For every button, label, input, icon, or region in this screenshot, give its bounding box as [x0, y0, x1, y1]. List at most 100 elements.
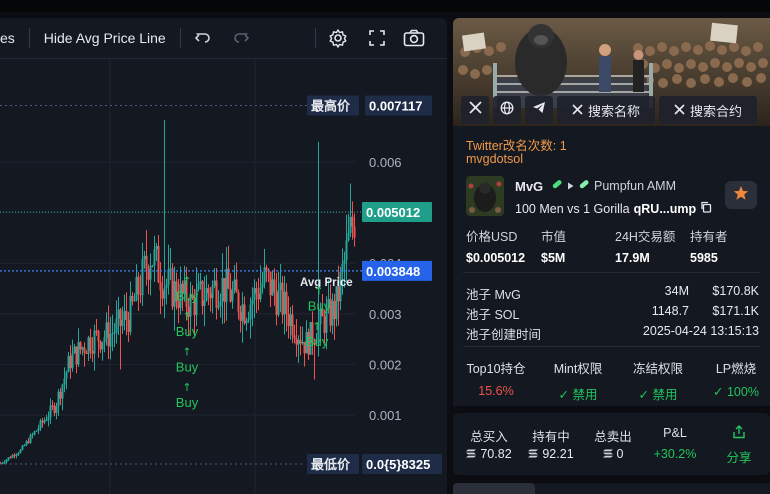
buy-marker-arrow: ↑ — [182, 345, 191, 358]
hide-avg-price-line-button[interactable]: Hide Avg Price Line — [44, 30, 166, 46]
candle-body — [169, 268, 172, 270]
telegram-icon — [532, 101, 546, 119]
toolbar-separator — [28, 28, 30, 48]
candle-body — [227, 268, 230, 289]
candle-body — [251, 299, 254, 305]
candle-body — [67, 355, 70, 373]
candle-body — [219, 301, 222, 307]
buy-marker-arrow: ↑ — [182, 275, 191, 288]
bottom-tab[interactable] — [453, 483, 535, 494]
candle-body — [17, 452, 20, 455]
pool-token-label: 池子 MvG — [466, 288, 521, 302]
candle-body — [243, 304, 246, 324]
candle-body — [271, 279, 274, 296]
candle-body — [77, 342, 80, 365]
share-button[interactable]: 分享 — [708, 413, 770, 475]
candle-body — [35, 430, 38, 432]
candle-body — [15, 454, 18, 457]
undo-icon[interactable] — [191, 26, 215, 50]
low-price-label: 最低价 — [311, 457, 351, 472]
website-link-button[interactable] — [493, 96, 521, 124]
candle-body — [269, 271, 272, 296]
candle-body — [95, 330, 98, 332]
solana-icon — [466, 447, 477, 461]
candle-body — [233, 279, 236, 291]
candle-body — [3, 462, 6, 464]
banner-button-row: 搜索名称 搜索合约 — [461, 96, 757, 124]
candle-body — [165, 284, 168, 289]
candle-body — [287, 313, 290, 327]
candle-body — [333, 300, 336, 320]
candle-body — [103, 337, 106, 343]
buy-marker-label: Buy — [176, 324, 199, 339]
candle-body — [349, 216, 352, 233]
candle-body — [73, 346, 76, 354]
candle-body — [285, 291, 288, 314]
candle-body — [167, 269, 170, 285]
candle-body — [51, 405, 54, 407]
risk-lp-burn: LP燃烧 ✓ 100% — [713, 362, 759, 399]
pnl-total-sold: 总卖出 0 — [594, 430, 632, 461]
buy-marker-arrow: ↑ — [312, 320, 321, 333]
candle-body — [135, 276, 138, 301]
chart-panel: es Hide Avg Price Line 0.0060.0050.0040.… — [0, 18, 447, 494]
platform-label: Pumpfun AMM — [594, 178, 676, 193]
solana-icon — [528, 447, 539, 461]
x-link-button[interactable] — [461, 96, 489, 124]
fullscreen-icon[interactable] — [365, 26, 389, 50]
pool-created-time: 2025-04-24 13:15:13 — [642, 324, 759, 338]
share-icon — [732, 425, 746, 442]
settings-icon[interactable] — [326, 26, 350, 50]
candle-body — [351, 216, 354, 227]
buy-marker-arrow: ↑ — [182, 381, 191, 394]
candle-body — [155, 245, 158, 250]
avg-price-tag: Avg Price — [300, 277, 353, 289]
candle-body — [293, 335, 296, 339]
redo-icon[interactable] — [229, 26, 253, 50]
copy-icon[interactable] — [700, 201, 712, 216]
candle-body — [163, 288, 166, 299]
telegram-link-button[interactable] — [525, 96, 553, 124]
candle-body — [141, 258, 144, 296]
chart-canvas: 0.0060.0050.0040.0030.0020.001最高价0.00711… — [0, 59, 442, 494]
search-contract-button[interactable]: 搜索合约 — [659, 96, 757, 124]
candle-body — [81, 347, 84, 350]
token-info-panel: 搜索名称 搜索合约 Twitter改名次数: 1 mvgdotsol MvG P… — [453, 18, 770, 406]
candle-body — [347, 232, 350, 241]
pumpfun-icon — [578, 178, 590, 193]
candle-body — [291, 314, 294, 336]
favorite-button[interactable] — [725, 181, 757, 209]
buy-marker-label: Buy — [176, 289, 199, 304]
candlestick-chart[interactable]: 0.0060.0050.0040.0030.0020.001最高价0.00711… — [0, 59, 447, 494]
contract-address[interactable]: qRU...ump — [634, 202, 697, 216]
twitter-handle-link[interactable]: mvgdotsol — [466, 152, 523, 166]
candle-body — [301, 341, 304, 344]
y-axis-tick-label: 0.006 — [369, 155, 402, 170]
candle-body — [215, 280, 218, 308]
candle-body — [149, 265, 152, 280]
camera-icon[interactable] — [402, 26, 426, 50]
candle-body — [345, 240, 348, 261]
candle-body — [27, 441, 30, 443]
token-symbol: MvG — [515, 179, 544, 194]
search-name-button[interactable]: 搜索名称 — [557, 96, 655, 124]
candle-body — [57, 391, 60, 407]
candle-body — [89, 337, 92, 351]
candle-body — [253, 288, 256, 300]
candle-body — [223, 278, 226, 302]
current-price-value: 0.005012 — [366, 205, 420, 220]
y-axis-tick-label: 0.001 — [369, 408, 402, 423]
candle-body — [279, 282, 282, 291]
candle-body — [343, 260, 346, 264]
candle-body — [137, 276, 140, 295]
buy-marker-arrow: ↑ — [182, 310, 191, 323]
candle-body — [245, 320, 248, 324]
candle-body — [43, 420, 46, 423]
candle-body — [119, 309, 122, 326]
candle-body — [335, 286, 338, 320]
toolbar-partial-button[interactable]: es — [0, 30, 15, 46]
candle-body — [101, 342, 104, 350]
globe-icon — [500, 101, 514, 120]
pool-created-label: 池子创建时间 — [466, 328, 542, 342]
candle-body — [145, 255, 148, 270]
